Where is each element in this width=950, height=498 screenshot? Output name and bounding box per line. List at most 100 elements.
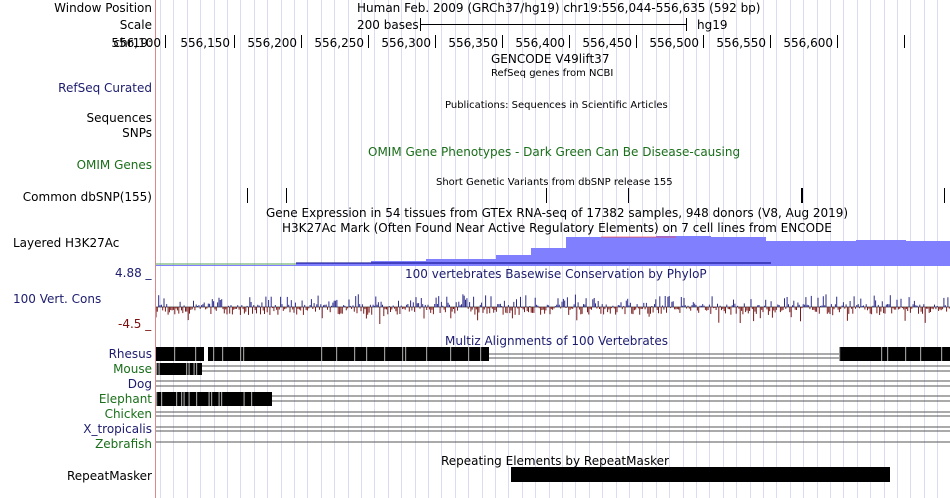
alignment-gap-rhesus[interactable] (426, 347, 428, 361)
alignment-gap-elephant[interactable] (181, 392, 183, 406)
alignment-gap-rhesus[interactable] (243, 347, 245, 361)
ruler-tick-label: 556,500 (649, 36, 699, 50)
alignment-gap-elephant[interactable] (176, 392, 178, 406)
alignment-gap-rhesus[interactable] (213, 347, 215, 361)
alignment-gap-elephant[interactable] (208, 392, 210, 406)
alignment-gap-mouse[interactable] (158, 363, 160, 375)
alignment-gap-rhesus[interactable] (881, 347, 883, 361)
ruler-tick-label: 556,150 (180, 36, 230, 50)
species-label-x_tropicalis[interactable]: X_tropicalis (83, 422, 152, 436)
species-label-dog[interactable]: Dog (128, 377, 152, 391)
species-label-chicken[interactable]: Chicken (105, 407, 152, 421)
ruler-tick (703, 35, 704, 48)
genome-browser-image[interactable]: Window Position Scale chr19: RefSeq Cura… (0, 0, 950, 498)
alignment-block-rhesus[interactable] (156, 347, 204, 361)
alignment-gap-elephant[interactable] (196, 392, 198, 406)
alignment-gap-elephant[interactable] (161, 392, 163, 406)
ruler-tick-label: 556,400 (515, 36, 565, 50)
scale-bar (420, 24, 687, 25)
gencode-track-title[interactable]: GENCODE V49lift37 (491, 52, 609, 66)
alignment-gap-rhesus[interactable] (195, 347, 197, 361)
species-label-rhesus[interactable]: Rhesus (109, 347, 152, 361)
omim-track-title[interactable]: OMIM Gene Phenotypes - Dark Green Can Be… (368, 145, 740, 159)
alignment-block-mouse[interactable] (156, 363, 202, 375)
phylop-track-title[interactable]: 100 vertebrates Basewise Conservation by… (405, 267, 707, 281)
window-position-text: Human Feb. 2009 (GRCh37/hg19) chr19:556,… (357, 1, 761, 15)
multiz-alignment-rows[interactable] (156, 345, 950, 455)
alignment-gap-rhesus[interactable] (905, 347, 907, 361)
alignment-gap-rhesus[interactable] (240, 347, 242, 361)
sequences-label[interactable]: Sequences (87, 111, 152, 125)
alignment-block-rhesus[interactable] (839, 347, 950, 361)
alignment-gap-rhesus[interactable] (920, 347, 922, 361)
alignment-gap-rhesus[interactable] (887, 347, 889, 361)
repeatmasker-track-title[interactable]: Repeating Elements by RepeatMasker (441, 454, 669, 468)
h3k27ac-signal[interactable] (156, 230, 950, 266)
alignment-gap-rhesus[interactable] (321, 347, 323, 361)
alignment-gap-elephant[interactable] (188, 392, 190, 406)
species-label-zebrafish[interactable]: Zebrafish (95, 437, 152, 451)
species-label-mouse[interactable]: Mouse (113, 362, 152, 376)
scale-bar-right-cap (686, 18, 687, 31)
alignment-gap-elephant[interactable] (221, 392, 223, 406)
common-dbsnp-label[interactable]: Common dbSNP(155) (23, 190, 152, 204)
alignment-gap-elephant[interactable] (243, 392, 245, 406)
snp-marker[interactable] (801, 188, 803, 203)
species-label-elephant[interactable]: Elephant (99, 392, 152, 406)
omim-genes-label[interactable]: OMIM Genes (77, 158, 152, 172)
alignment-gap-rhesus[interactable] (480, 347, 482, 361)
alignment-gap-mouse[interactable] (196, 363, 198, 375)
repeat-element-block[interactable] (511, 467, 890, 482)
alignment-gap-elephant[interactable] (183, 392, 185, 406)
alignment-gap-elephant[interactable] (218, 392, 220, 406)
alignment-block-elephant[interactable] (156, 392, 272, 406)
snp-marker[interactable] (247, 188, 248, 203)
alignment-block-rhesus[interactable] (208, 347, 489, 361)
assembly-label: hg19 (697, 18, 728, 32)
refseq-track-subtitle[interactable]: RefSeq genes from NCBI (491, 67, 613, 81)
conservation-max-label: 4.88 _ (115, 266, 152, 280)
alignment-gap-rhesus[interactable] (839, 347, 841, 361)
alignment-gap-mouse[interactable] (186, 363, 188, 375)
gtex-track-title[interactable]: Gene Expression in 54 tissues from GTEx … (266, 206, 848, 220)
alignment-gap-mouse[interactable] (193, 363, 195, 375)
layered-h3k27ac-label[interactable]: Layered H3K27Ac (13, 236, 119, 250)
snp-marker[interactable] (944, 188, 945, 203)
alignment-gap-rhesus[interactable] (384, 347, 386, 361)
ruler-tick (502, 35, 503, 48)
alignment-gap-mouse[interactable] (156, 363, 158, 375)
alignment-gap-rhesus[interactable] (336, 347, 338, 361)
snp-marker[interactable] (286, 188, 287, 203)
scale-bar-left-cap (420, 18, 421, 31)
ruler-tick-label: 556,250 (314, 36, 364, 50)
snp-marker[interactable] (546, 188, 547, 203)
snps-label[interactable]: SNPs (122, 126, 152, 140)
ruler-tick (234, 35, 235, 48)
alignment-gap-elephant[interactable] (251, 392, 253, 406)
ruler-tick-label: 556,200 (247, 36, 297, 50)
alignment-gap-rhesus[interactable] (366, 347, 368, 361)
phylop-conservation-plot[interactable] (156, 285, 950, 325)
ruler-tick-label: 556,100 (111, 36, 161, 50)
repeatmasker-label[interactable]: RepeatMasker (67, 469, 152, 483)
alignment-gap-rhesus[interactable] (405, 347, 407, 361)
alignment-gap-mouse[interactable] (188, 363, 190, 375)
alignment-gap-elephant[interactable] (211, 392, 213, 406)
alignment-gap-rhesus[interactable] (450, 347, 452, 361)
conservation-min-label: -4.5 _ (118, 317, 152, 331)
publications-track-title[interactable]: Publications: Sequences in Scientific Ar… (445, 99, 668, 113)
alignment-gap-rhesus[interactable] (468, 347, 470, 361)
ruler-tick-label: 556,350 (448, 36, 498, 50)
ruler-tick (636, 35, 637, 48)
alignment-gap-rhesus[interactable] (174, 347, 176, 361)
ruler-tick (368, 35, 369, 48)
snp-marker[interactable] (628, 188, 629, 203)
alignment-gap-elephant[interactable] (156, 392, 158, 406)
refseq-curated-label[interactable]: RefSeq Curated (58, 81, 152, 95)
alignment-gap-rhesus[interactable] (402, 347, 404, 361)
alignment-gap-rhesus[interactable] (222, 347, 224, 361)
alignment-gap-rhesus[interactable] (941, 347, 943, 361)
dbsnp-track-title[interactable]: Short Genetic Variants from dbSNP releas… (436, 176, 673, 190)
alignment-gap-rhesus[interactable] (354, 347, 356, 361)
vert-cons-label[interactable]: 100 Vert. Cons (13, 292, 101, 306)
